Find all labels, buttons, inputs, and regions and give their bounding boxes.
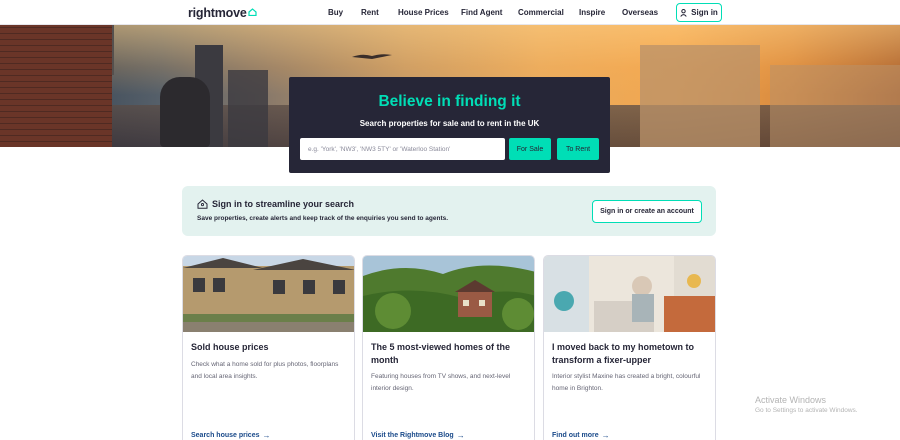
card-image-interior [544, 256, 715, 332]
sign-in-panel: Sign in to streamline your search Save p… [182, 186, 716, 236]
hero-brick-wall [0, 25, 112, 147]
nav-find-agent[interactable]: Find Agent [461, 8, 502, 17]
find-out-more-link[interactable]: Find out more → [552, 431, 610, 440]
card-description: Featuring houses from TV shows, and next… [371, 373, 511, 392]
card-sold-house-prices[interactable]: Sold house prices Check what a home sold… [182, 255, 355, 440]
nav-rent[interactable]: Rent [361, 8, 379, 17]
sign-in-or-create-account-button[interactable]: Sign in or create an account [592, 200, 702, 223]
site-header: rightmove Buy Rent House Prices Find Age… [0, 0, 900, 25]
search-house-prices-link[interactable]: Search house prices → [191, 431, 270, 440]
sign-in-panel-title: Sign in to streamline your search [197, 199, 354, 209]
house-logo-icon [248, 5, 257, 19]
nav-overseas[interactable]: Overseas [622, 8, 658, 17]
arrow-right-icon: → [601, 431, 610, 440]
logo-text: rightmove [188, 6, 247, 20]
hero-building [228, 70, 268, 147]
card-title: I moved back to my hometown to transform… [552, 342, 695, 365]
visit-rightmove-blog-link[interactable]: Visit the Rightmove Blog → [371, 431, 465, 440]
nav-house-prices[interactable]: House Prices [398, 8, 449, 17]
house-icon [197, 199, 208, 209]
for-sale-button[interactable]: For Sale [509, 138, 551, 160]
card-title: Sold house prices [191, 342, 269, 352]
card-link-label: Search house prices [191, 432, 260, 439]
activate-windows-watermark: Activate Windows Go to Settings to activ… [755, 395, 858, 414]
hero-building-right [640, 45, 760, 147]
hero-search-box: Believe in finding it Search properties … [289, 77, 610, 173]
watermark-line-2: Go to Settings to activate Windows. [755, 407, 858, 414]
card-title: The 5 most-viewed homes of the month [371, 342, 511, 365]
card-link-label: Visit the Rightmove Blog [371, 432, 454, 439]
card-link-label: Find out more [552, 432, 599, 439]
location-search-input[interactable] [300, 138, 505, 160]
to-rent-button[interactable]: To Rent [557, 138, 599, 160]
card-description: Interior stylist Maxine has created a br… [552, 373, 701, 392]
sign-in-panel-description: Save properties, create alerts and keep … [197, 215, 449, 222]
hero-title: Believe in finding it [378, 93, 521, 110]
sign-in-label: Sign in [691, 8, 718, 17]
card-image-stone-cottages [183, 256, 354, 332]
watermark-line-1: Activate Windows [755, 395, 827, 405]
user-icon [680, 8, 687, 17]
header-sign-in-button[interactable]: Sign in [676, 3, 722, 22]
nav-commercial[interactable]: Commercial [518, 8, 564, 17]
card-description: Check what a home sold for plus photos, … [191, 361, 339, 380]
nav-buy[interactable]: Buy [328, 8, 343, 17]
nav-inspire[interactable]: Inspire [579, 8, 605, 17]
rightmove-logo[interactable]: rightmove [188, 6, 257, 20]
card-most-viewed-homes[interactable]: The 5 most-viewed homes of the month Fea… [362, 255, 535, 440]
hero-subtitle: Search properties for sale and to rent i… [359, 119, 540, 128]
arrow-right-icon: → [262, 431, 271, 440]
bird-icon [352, 54, 392, 59]
arrow-right-icon: → [456, 431, 465, 440]
card-hometown-fixer-upper[interactable]: I moved back to my hometown to transform… [543, 255, 716, 440]
sign-in-panel-title-text: Sign in to streamline your search [212, 199, 355, 209]
hero-couple-image [160, 77, 210, 147]
card-image-forest-house [363, 256, 534, 332]
hero-building-far-right [770, 65, 900, 147]
